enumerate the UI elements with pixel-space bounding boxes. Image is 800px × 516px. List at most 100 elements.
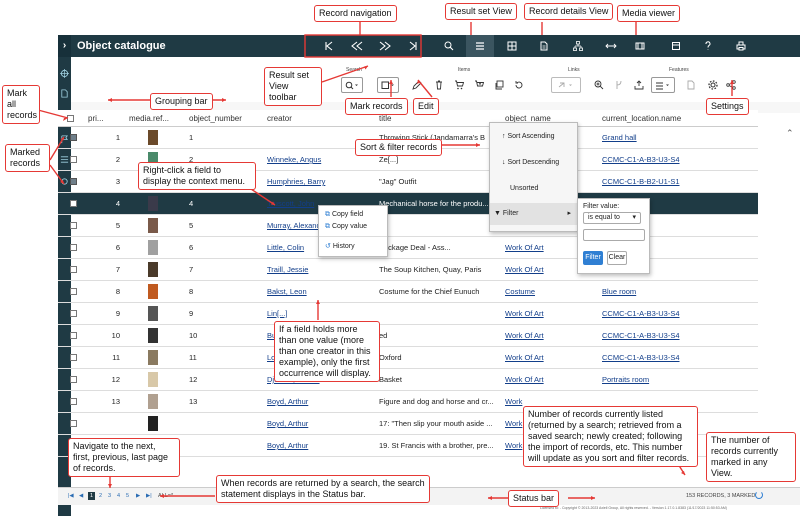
history-icon[interactable]: [511, 77, 527, 93]
next-record-button[interactable]: [371, 35, 399, 57]
cell-object-name[interactable]: Work Of Art: [502, 303, 599, 325]
table-row[interactable]: 1212Djorlam, LeonieBasketWork Of ArtPort…: [58, 369, 758, 391]
column-header-object-number[interactable]: object_number: [186, 110, 264, 127]
cart-remove-icon[interactable]: [471, 77, 487, 93]
search-dropdown[interactable]: [341, 77, 363, 93]
page-4[interactable]: 4: [117, 493, 120, 499]
row-mark-checkbox[interactable]: [70, 332, 77, 339]
next-page-button[interactable]: ▶: [136, 493, 140, 499]
cell-creator[interactable]: Traill, Jessie: [264, 259, 376, 281]
table-row[interactable]: 55Murray, AlexanderSculpture: [58, 215, 758, 237]
sidebar-expand-button[interactable]: ›: [58, 35, 71, 57]
cell-location[interactable]: CCMC-C1-A-B3-U3-S4: [599, 149, 758, 171]
cell-link[interactable]: Traill, Jessie: [267, 265, 308, 274]
row-mark-checkbox[interactable]: [70, 200, 77, 207]
expand-arrows-icon[interactable]: [597, 35, 625, 57]
previous-record-button[interactable]: [343, 35, 371, 57]
cell-creator[interactable]: Bakst, Leon: [264, 281, 376, 303]
table-row[interactable]: 6 6 Little, Colin Package Deal - Ass... Work…: [58, 237, 758, 259]
cart-icon[interactable]: [451, 77, 467, 93]
cell-location[interactable]: Portraits room: [599, 369, 758, 391]
row-mark-checkbox[interactable]: [70, 420, 77, 427]
filter-button[interactable]: Filter: [583, 251, 603, 265]
table-row[interactable]: 1010Bu[...]edWork Of ArtCCMC-C1-A-B3-U3-…: [58, 325, 758, 347]
sort-ascending-item[interactable]: ↑ Sort Ascending: [490, 133, 577, 140]
media-thumbnail[interactable]: [148, 306, 158, 321]
filter-item[interactable]: ▼ Filter ▸: [490, 203, 579, 225]
row-mark-checkbox[interactable]: [70, 266, 77, 273]
cell-link[interactable]: Work: [505, 397, 522, 406]
cell-object-name[interactable]: Work Of Art: [502, 347, 599, 369]
cell-link[interactable]: CCMC-C1-A-B3-U3-S4: [602, 155, 680, 164]
clear-button[interactable]: Clear: [607, 251, 627, 265]
record-details-view-button[interactable]: [530, 35, 558, 57]
cell-location[interactable]: Blue room: [599, 281, 758, 303]
delete-icon[interactable]: [431, 77, 447, 93]
search-button[interactable]: [435, 35, 463, 57]
cell-object-name[interactable]: Work Of Art: [502, 369, 599, 391]
sort-descending-item[interactable]: ↓ Sort Descending: [490, 159, 577, 166]
copy-icon[interactable]: [491, 77, 507, 93]
table-row[interactable]: 7 7 Traill, Jessie The Soup Kitchen, Quay, …: [58, 259, 758, 281]
cell-link[interactable]: Bakst, Leon: [267, 287, 307, 296]
cell-link[interactable]: Blue room: [602, 287, 636, 296]
mark-records-dropdown[interactable]: [377, 77, 399, 93]
first-page-button[interactable]: |◀: [68, 493, 74, 499]
media-thumbnail[interactable]: [148, 218, 158, 233]
cell-creator[interactable]: Humphries, Barry: [264, 171, 376, 193]
media-thumbnail[interactable]: [148, 130, 158, 145]
cell-link[interactable]: Work Of Art: [505, 375, 544, 384]
media-thumbnail[interactable]: [148, 350, 158, 365]
cell-object-name[interactable]: Costume: [502, 281, 599, 303]
cell-link[interactable]: Work Of Art: [505, 243, 544, 252]
cell-location[interactable]: Grand hall: [599, 127, 758, 149]
cell-location[interactable]: CCMC-C1-A-B3-U3-S4: [599, 325, 758, 347]
cell-link[interactable]: Boyd, Arthur: [267, 441, 308, 450]
target-icon[interactable]: [60, 69, 69, 78]
page-1[interactable]: 1: [88, 492, 95, 500]
media-thumbnail[interactable]: [148, 394, 158, 409]
column-header-pri[interactable]: pri...: [85, 110, 126, 127]
cell-link[interactable]: CCMC-C1-A-B3-U3-S4: [602, 353, 680, 362]
cell-link[interactable]: Little, Colin: [267, 243, 304, 252]
row-mark-checkbox[interactable]: [70, 178, 77, 185]
last-page-button[interactable]: ▶|: [146, 493, 152, 499]
filter-value-input[interactable]: [583, 229, 645, 241]
media-thumbnail[interactable]: [148, 240, 158, 255]
page-3[interactable]: 3: [108, 493, 111, 499]
print-icon[interactable]: [727, 35, 755, 57]
cell-link[interactable]: Work Of Art: [505, 265, 544, 274]
cell-location[interactable]: CCMC-C1-A-B3-U3-S4: [599, 347, 758, 369]
help-icon[interactable]: [694, 35, 722, 57]
media-thumbnail[interactable]: [148, 262, 158, 277]
table-row[interactable]: 9 9 Lin[...] Work Of Art CCMC-C1-A-B3-U3-S4: [58, 303, 758, 325]
previous-page-button[interactable]: ◀: [79, 493, 83, 499]
cell-creator[interactable]: Boyd, Arthur: [264, 435, 376, 457]
row-mark-checkbox[interactable]: [70, 288, 77, 295]
row-mark-checkbox[interactable]: [70, 354, 77, 361]
media-thumbnail[interactable]: [148, 372, 158, 387]
page-2[interactable]: 2: [99, 493, 102, 499]
cell-link[interactable]: Work Of Art: [505, 331, 544, 340]
media-thumbnail[interactable]: [148, 328, 158, 343]
share-icon[interactable]: [723, 77, 739, 93]
edit-icon[interactable]: [409, 77, 425, 93]
report-icon[interactable]: [683, 77, 699, 93]
document-icon[interactable]: [60, 89, 69, 98]
cell-link[interactable]: Truscott, John: [267, 199, 314, 208]
grid-view-button[interactable]: [498, 35, 526, 57]
cell-link[interactable]: Work Of Art: [505, 353, 544, 362]
cell-link[interactable]: Boyd, Arthur: [267, 419, 308, 428]
row-mark-checkbox[interactable]: [70, 244, 77, 251]
mark-all-checkbox[interactable]: [67, 115, 74, 122]
cell-location[interactable]: CCMC-C1-A-B3-U3-S4: [599, 303, 758, 325]
hierarchy-view-button[interactable]: [564, 35, 592, 57]
row-mark-checkbox[interactable]: [70, 156, 77, 163]
cell-link[interactable]: Work: [505, 441, 522, 450]
page-5[interactable]: 5: [126, 493, 129, 499]
filter-operator-select[interactable]: is equal to ▾: [583, 212, 641, 224]
cell-link[interactable]: CCMC-C1-A-B3-U3-S4: [602, 309, 680, 318]
row-mark-checkbox[interactable]: [70, 222, 77, 229]
cell-link[interactable]: Work Of Art: [505, 309, 544, 318]
cell-object-name[interactable]: Work Of Art: [502, 325, 599, 347]
